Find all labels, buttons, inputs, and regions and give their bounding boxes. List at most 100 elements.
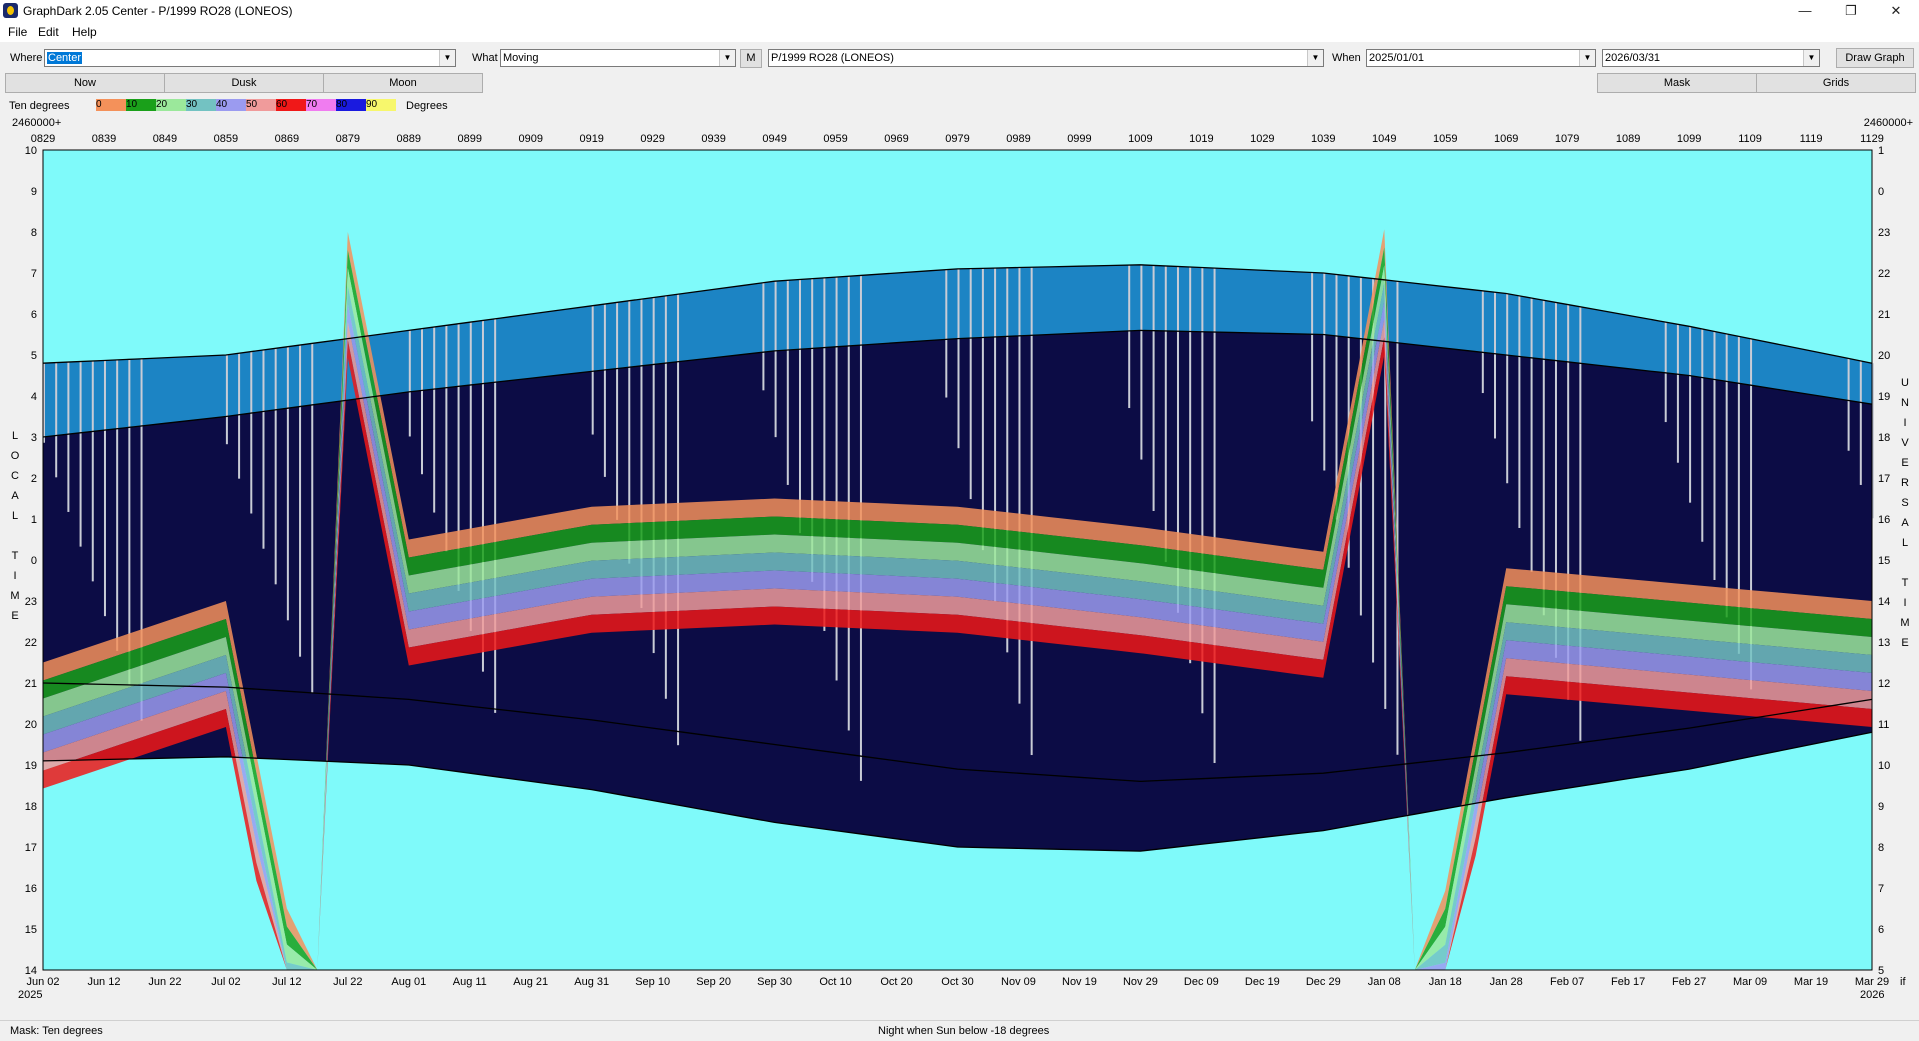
chart-svg: 0829 0839 0849 0859 0869 0879 0889 0899 0909 0919… xyxy=(10,117,1913,1001)
m-button[interactable]: M xyxy=(740,49,762,68)
right-axis-letter: I xyxy=(1903,597,1906,609)
top-tick-label: 0949 xyxy=(762,133,786,145)
top-tick-label: 1029 xyxy=(1250,133,1274,145)
what-combo[interactable]: Moving ▼ xyxy=(500,49,736,67)
moon-button[interactable]: Moon xyxy=(323,73,483,93)
bottom-tick-label: Mar 09 xyxy=(1733,976,1767,988)
right-axis-letter: I xyxy=(1903,417,1906,429)
chevron-down-icon[interactable]: ▼ xyxy=(1307,50,1323,66)
left-tick-label: 21 xyxy=(25,678,37,690)
chevron-down-icon[interactable]: ▼ xyxy=(719,50,735,66)
when-end-combo[interactable]: 2026/03/31 ▼ xyxy=(1602,49,1820,67)
grids-button[interactable]: Grids xyxy=(1756,73,1916,93)
menu-help[interactable]: Help xyxy=(72,25,97,39)
minimize-button[interactable]: — xyxy=(1782,0,1828,22)
bottom-tick-label: Oct 30 xyxy=(941,976,973,988)
status-info: Night when Sun below -18 degrees xyxy=(878,1025,1050,1037)
moon-stripe xyxy=(238,353,241,479)
bottom-tick-label: Jun 02 xyxy=(26,976,59,988)
year-right: 2026 xyxy=(1860,989,1884,1001)
close-button[interactable]: ✕ xyxy=(1873,0,1919,22)
bottom-tick-label: Jul 02 xyxy=(211,976,240,988)
moon-stripe xyxy=(433,327,436,513)
what-label: What xyxy=(472,52,498,64)
right-tick-label: 22 xyxy=(1878,268,1890,280)
moon-stripe xyxy=(1481,290,1484,394)
moon-stripe xyxy=(1664,321,1667,423)
dusk-button[interactable]: Dusk xyxy=(164,73,324,93)
left-tick-label: 22 xyxy=(25,637,37,649)
restore-button[interactable]: ❐ xyxy=(1828,0,1874,22)
visibility-graph[interactable]: 0829 0839 0849 0859 0869 0879 0889 0899 0909 0919… xyxy=(0,114,1919,1020)
mask-button[interactable]: Mask xyxy=(1597,73,1757,93)
chevron-down-icon[interactable]: ▼ xyxy=(439,50,455,66)
left-tick-label: 0 xyxy=(31,555,37,567)
right-axis-letter: E xyxy=(1901,457,1908,469)
left-axis-letter: T xyxy=(12,550,19,562)
left-tick-label: 4 xyxy=(31,391,37,403)
when-label: When xyxy=(1332,52,1361,64)
legend: Ten degrees 0 10 20 30 40 50 60 70 80 90 Degrees xyxy=(0,96,1919,114)
menu-edit[interactable]: Edit xyxy=(38,25,59,39)
bottom-tick-label: Jul 12 xyxy=(272,976,301,988)
menu-file[interactable]: File xyxy=(8,25,27,39)
moon-stripe xyxy=(945,269,948,398)
moon-stripe xyxy=(262,350,265,549)
top-tick-label: 1049 xyxy=(1372,133,1396,145)
right-tick-label: 20 xyxy=(1878,350,1890,362)
right-tick-label: 15 xyxy=(1878,555,1890,567)
moon-stripe xyxy=(969,268,972,500)
right-tick-label: 1 xyxy=(1878,145,1884,157)
draw-graph-button[interactable]: Draw Graph xyxy=(1836,48,1914,68)
left-tick-label: 6 xyxy=(31,309,37,321)
bottom-tick-label: Aug 21 xyxy=(513,976,548,988)
moon-stripe xyxy=(311,343,314,694)
right-tick-label: 12 xyxy=(1878,678,1890,690)
moon-stripe xyxy=(616,302,619,520)
where-combo[interactable]: Center ▼ xyxy=(44,49,456,67)
top-tick-label: 0979 xyxy=(945,133,969,145)
right-axis-letter: E xyxy=(1901,637,1908,649)
legend-swatch: 30 xyxy=(186,99,216,111)
right-tick-label: 13 xyxy=(1878,637,1890,649)
right-tick-label: 8 xyxy=(1878,842,1884,854)
moon-stripe xyxy=(286,346,289,621)
top-tick-label: 0969 xyxy=(884,133,908,145)
top-tick-label: 0909 xyxy=(518,133,542,145)
left-tick-label: 10 xyxy=(25,145,37,157)
legend-swatch: 60 xyxy=(276,99,306,111)
top-tick-label: 0849 xyxy=(153,133,177,145)
chevron-down-icon[interactable]: ▼ xyxy=(1579,50,1595,66)
bottom-tick-label: Dec 19 xyxy=(1245,976,1280,988)
status-bar: Mask: Ten degrees Night when Sun below -… xyxy=(0,1020,1919,1041)
bottom-tick-label: Aug 11 xyxy=(453,976,487,988)
object-combo[interactable]: P/1999 RO28 (LONEOS) ▼ xyxy=(768,49,1324,67)
chevron-down-icon[interactable]: ▼ xyxy=(1803,50,1819,66)
when-start-value: 2025/01/01 xyxy=(1369,52,1425,64)
left-tick-label: 7 xyxy=(31,268,37,280)
moon-stripe xyxy=(774,281,777,438)
where-label: Where xyxy=(10,52,43,64)
top-tick-label: 1089 xyxy=(1616,133,1640,145)
now-button[interactable]: Now xyxy=(5,73,165,93)
moon-stripe xyxy=(603,304,606,477)
right-tick-label: 18 xyxy=(1878,432,1890,444)
right-axis-letter: V xyxy=(1901,437,1909,449)
left-tick-label: 15 xyxy=(25,924,37,936)
right-axis-letter: T xyxy=(1902,577,1909,589)
moon-stripe xyxy=(762,282,765,391)
legend-swatch: 40 xyxy=(216,99,246,111)
moon-stripe xyxy=(798,279,801,534)
right-tick-label: 17 xyxy=(1878,473,1890,485)
moon-stripe xyxy=(299,345,302,657)
top-tick-label: 0899 xyxy=(458,133,482,145)
bottom-tick-label: Mar 19 xyxy=(1794,976,1828,988)
moon-stripe xyxy=(1140,264,1143,460)
top-tick-label: 0839 xyxy=(92,133,116,145)
moon-stripe xyxy=(981,268,984,551)
moon-stripe xyxy=(445,325,448,552)
legend-unit: Degrees xyxy=(406,100,448,112)
moon-stripe xyxy=(1847,358,1850,451)
when-start-combo[interactable]: 2025/01/01 ▼ xyxy=(1366,49,1596,67)
bottom-tick-label: Dec 09 xyxy=(1184,976,1219,988)
